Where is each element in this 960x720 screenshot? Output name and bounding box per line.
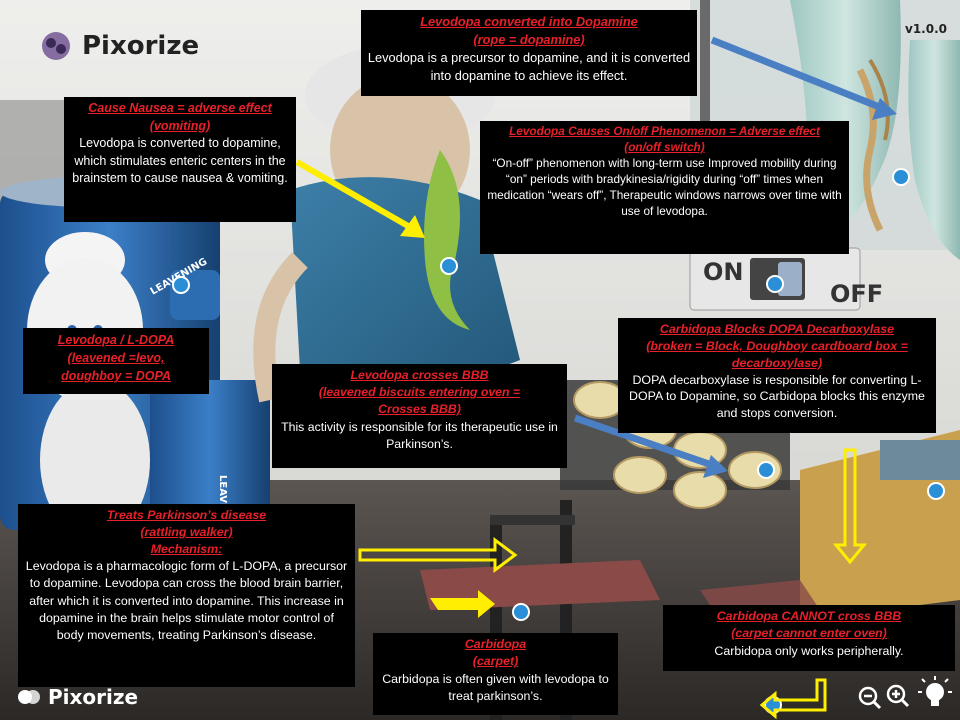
card-subtitle: (vomiting) [149, 118, 211, 133]
hint-button[interactable] [918, 674, 952, 714]
card-subtitle-2: decarboxylase) [731, 355, 823, 370]
zoom-out-button[interactable] [856, 680, 882, 710]
card-title: Carbidopa CANNOT cross BBB [716, 609, 902, 623]
card-onoff: Levodopa Causes On/off Phenomenon = Adve… [480, 121, 849, 254]
card-carb-bbb: Carbidopa CANNOT cross BBB (carpet canno… [663, 605, 955, 671]
footer-brand-name: Pixorize [48, 685, 139, 709]
on-label: ON [703, 258, 744, 286]
card-nausea: Cause Nausea = adverse effect (vomiting)… [64, 97, 296, 222]
card-title: Levodopa crosses BBB [350, 368, 489, 382]
card-subtitle: (carpet) [472, 654, 519, 669]
card-body: Levodopa is a precursor to dopamine, and… [367, 49, 691, 83]
brand-name: Pixorize [82, 31, 200, 61]
app-brand: Pixorize [38, 26, 199, 66]
version-label: v1.0.0 [905, 22, 947, 36]
card-subtitle-2: Crosses BBB) [378, 402, 461, 417]
zoom-in-button[interactable] [884, 680, 910, 710]
card-body: This activity is responsible for its the… [281, 419, 558, 451]
card-subtitle: (leavened =levo, [67, 351, 165, 366]
card-parkinson: Treats Parkinson’s disease (rattling wal… [18, 504, 355, 687]
card-body: Carbidopa is often given with levodopa t… [382, 671, 609, 704]
pixorize-logo-icon [42, 32, 70, 60]
card-body: DOPA decarboxylase is responsible for co… [629, 372, 925, 421]
card-decarb: Carbidopa Blocks DOPA Decarboxylase (bro… [618, 318, 936, 433]
card-body: Levodopa is a pharmacologic form of L-DO… [25, 559, 348, 642]
footer-brand: Pixorize [16, 683, 138, 711]
card-subtitle: (broken = Block, Doughboy cardboard box … [646, 338, 908, 353]
card-body: “On-off” phenomenon with long-term use I… [487, 155, 842, 218]
card-subtitle: (rattling walker) [140, 525, 233, 540]
card-body: Levodopa is converted to dopamine, which… [72, 136, 288, 185]
card-title: Carbidopa Blocks DOPA Decarboxylase [659, 322, 895, 336]
card-title: Levodopa Causes On/off Phenomenon = Adve… [509, 124, 820, 138]
off-label: OFF [830, 280, 883, 308]
lightbulb-icon [918, 676, 952, 706]
zoom-out-icon [858, 686, 882, 710]
card-title: Cause Nausea = adverse effect [88, 101, 272, 115]
card-title: Levodopa converted into Dopamine [420, 14, 638, 29]
pixorize-logo-icon [18, 690, 40, 704]
card-title: Carbidopa [464, 637, 527, 651]
card-subtitle: (carpet cannot enter oven) [731, 626, 887, 641]
card-bbb: Levodopa crosses BBB (leavened biscuits … [272, 364, 567, 468]
card-subtitle: (rope = dopamine) [473, 31, 585, 47]
card-subtitle-2: doughboy = DOPA [61, 369, 171, 384]
card-body: Carbidopa only works peripherally. [714, 643, 904, 658]
card-ldopa: Levodopa / L-DOPA (leavened =levo, dough… [23, 328, 209, 394]
zoom-in-icon [886, 684, 910, 708]
card-subtitle: (on/off switch) [624, 139, 705, 154]
card-carbidopa: Carbidopa (carpet) Carbidopa is often gi… [373, 633, 618, 715]
card-title: Levodopa / L-DOPA [57, 333, 175, 347]
card-subtitle: (leavened biscuits entering oven = [318, 385, 521, 400]
card-subtitle-2: Mechanism: [150, 542, 223, 557]
card-title: Treats Parkinson’s disease [106, 508, 267, 522]
card-dopamine: Levodopa converted into Dopamine (rope =… [361, 10, 697, 96]
